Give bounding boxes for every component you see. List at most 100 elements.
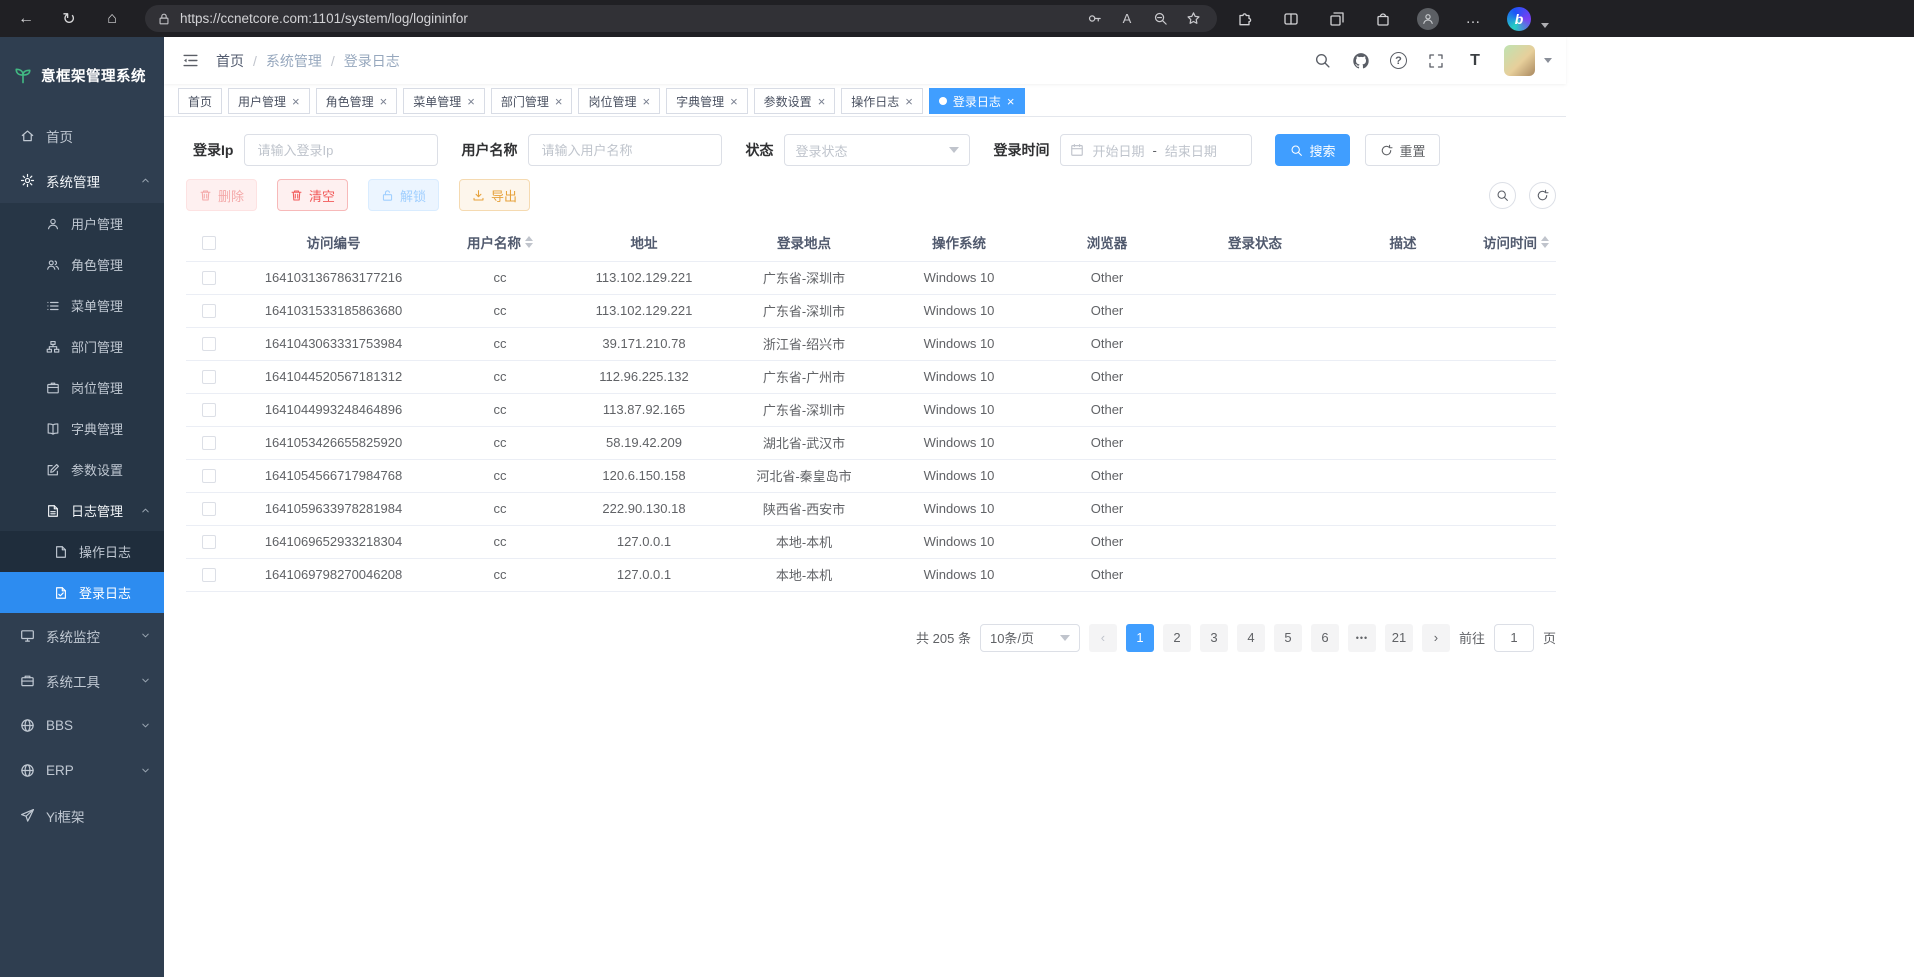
tab-user-mgmt[interactable]: 用户管理× bbox=[228, 88, 310, 114]
sidebar-item-sys-tools[interactable]: 系统工具 bbox=[0, 658, 164, 703]
page-button[interactable]: 1 bbox=[1126, 624, 1154, 652]
app-logo[interactable]: 意框架管理系统 bbox=[0, 37, 164, 113]
row-checkbox[interactable] bbox=[202, 403, 216, 417]
login-ip-input[interactable] bbox=[244, 134, 438, 166]
table-row[interactable]: 1641069798270046208cc127.0.0.1本地-本机Windo… bbox=[186, 558, 1556, 591]
row-checkbox[interactable] bbox=[202, 568, 216, 582]
status-select[interactable]: 登录状态 bbox=[784, 134, 970, 166]
page-button[interactable]: 3 bbox=[1200, 624, 1228, 652]
sidebar-item-log-mgmt[interactable]: 日志管理 bbox=[0, 490, 164, 531]
tab-home[interactable]: 首页 bbox=[178, 88, 222, 114]
delete-button[interactable]: 删除 bbox=[186, 179, 257, 211]
sidebar-item-param-settings[interactable]: 参数设置 bbox=[0, 449, 164, 490]
extensions-icon[interactable] bbox=[1233, 7, 1257, 31]
close-icon[interactable]: × bbox=[905, 95, 913, 108]
github-icon[interactable] bbox=[1351, 51, 1371, 71]
sidebar-item-operation-log[interactable]: 操作日志 bbox=[0, 531, 164, 572]
favorites-star-icon[interactable] bbox=[1181, 7, 1205, 31]
row-checkbox[interactable] bbox=[202, 337, 216, 351]
sidebar-item-bbs[interactable]: BBS bbox=[0, 703, 164, 748]
row-checkbox[interactable] bbox=[202, 271, 216, 285]
header-search-icon[interactable] bbox=[1312, 51, 1332, 71]
password-key-icon[interactable] bbox=[1082, 7, 1106, 31]
bing-caret-icon[interactable] bbox=[1541, 23, 1549, 28]
browser-back-button[interactable]: ← bbox=[10, 4, 42, 34]
read-aloud-icon[interactable]: A bbox=[1115, 7, 1139, 31]
tab-role-mgmt[interactable]: 角色管理× bbox=[316, 88, 398, 114]
tab-operation-log[interactable]: 操作日志× bbox=[841, 88, 923, 114]
row-checkbox[interactable] bbox=[202, 469, 216, 483]
breadcrumb-home[interactable]: 首页 bbox=[216, 51, 244, 71]
row-checkbox[interactable] bbox=[202, 535, 216, 549]
next-page-button[interactable]: › bbox=[1422, 624, 1450, 652]
page-button[interactable]: 21 bbox=[1385, 624, 1413, 652]
table-row[interactable]: 1641069652933218304cc127.0.0.1本地-本机Windo… bbox=[186, 525, 1556, 558]
font-size-icon[interactable]: T bbox=[1465, 51, 1485, 71]
avatar-caret-icon[interactable] bbox=[1544, 58, 1552, 63]
tab-login-log[interactable]: 登录日志× bbox=[929, 88, 1025, 114]
unlock-button[interactable]: 解锁 bbox=[368, 179, 439, 211]
table-row[interactable]: 1641031367863177216cc113.102.129.221广东省-… bbox=[186, 261, 1556, 294]
page-button[interactable]: 4 bbox=[1237, 624, 1265, 652]
breadcrumb-system-mgmt[interactable]: 系统管理 bbox=[266, 51, 322, 71]
table-row[interactable]: 1641031533185863680cc113.102.129.221广东省-… bbox=[186, 294, 1556, 327]
goto-page-input[interactable] bbox=[1494, 624, 1534, 652]
page-size-select[interactable]: 10条/页 bbox=[980, 624, 1080, 652]
search-button[interactable]: 搜索 bbox=[1275, 134, 1350, 166]
bing-icon[interactable]: b bbox=[1507, 7, 1531, 31]
toggle-search-button[interactable] bbox=[1489, 182, 1516, 209]
close-icon[interactable]: × bbox=[730, 95, 738, 108]
shopping-icon[interactable] bbox=[1371, 7, 1395, 31]
table-row[interactable]: 1641059633978281984cc222.90.130.18陕西省-西安… bbox=[186, 492, 1556, 525]
sidebar-item-system-mgmt[interactable]: 系统管理 bbox=[0, 158, 164, 203]
browser-home-button[interactable]: ⌂ bbox=[96, 4, 128, 34]
tab-menu-mgmt[interactable]: 菜单管理× bbox=[403, 88, 485, 114]
close-icon[interactable]: × bbox=[642, 95, 650, 108]
split-screen-icon[interactable] bbox=[1279, 7, 1303, 31]
more-pages-button[interactable]: ••• bbox=[1348, 624, 1376, 652]
row-checkbox[interactable] bbox=[202, 502, 216, 516]
sidebar-item-erp[interactable]: ERP bbox=[0, 748, 164, 793]
sidebar-item-dict-mgmt[interactable]: 字典管理 bbox=[0, 408, 164, 449]
table-row[interactable]: 1641044993248464896cc113.87.92.165广东省-深圳… bbox=[186, 393, 1556, 426]
col-user-name[interactable]: 用户名称 bbox=[436, 224, 564, 261]
table-row[interactable]: 1641053426655825920cc58.19.42.209湖北省-武汉市… bbox=[186, 426, 1556, 459]
sidebar-item-yi-framework[interactable]: Yi框架 bbox=[0, 793, 164, 838]
browser-reload-button[interactable]: ↻ bbox=[53, 4, 85, 34]
page-button[interactable]: 2 bbox=[1163, 624, 1191, 652]
tab-dept-mgmt[interactable]: 部门管理× bbox=[491, 88, 573, 114]
sidebar-toggle[interactable] bbox=[176, 47, 204, 75]
page-button[interactable]: 5 bbox=[1274, 624, 1302, 652]
sort-icon[interactable] bbox=[525, 236, 533, 248]
sort-icon[interactable] bbox=[1541, 236, 1549, 248]
export-button[interactable]: 导出 bbox=[459, 179, 530, 211]
collections-icon[interactable] bbox=[1325, 7, 1349, 31]
select-all-checkbox[interactable] bbox=[202, 236, 216, 250]
browser-profile-avatar[interactable] bbox=[1417, 8, 1439, 30]
clear-button[interactable]: 清空 bbox=[277, 179, 348, 211]
sidebar-item-home[interactable]: 首页 bbox=[0, 113, 164, 158]
sidebar-item-dept-mgmt[interactable]: 部门管理 bbox=[0, 326, 164, 367]
table-row[interactable]: 1641043063331753984cc39.171.210.78浙江省-绍兴… bbox=[186, 327, 1556, 360]
close-icon[interactable]: × bbox=[555, 95, 563, 108]
row-checkbox[interactable] bbox=[202, 370, 216, 384]
help-icon[interactable]: ? bbox=[1390, 52, 1407, 69]
page-button[interactable]: 6 bbox=[1311, 624, 1339, 652]
row-checkbox[interactable] bbox=[202, 436, 216, 450]
address-bar[interactable]: https://ccnetcore.com:1101/system/log/lo… bbox=[145, 5, 1217, 32]
sidebar-item-menu-mgmt[interactable]: 菜单管理 bbox=[0, 285, 164, 326]
close-icon[interactable]: × bbox=[1007, 95, 1015, 108]
sidebar-item-login-log[interactable]: 登录日志 bbox=[0, 572, 164, 613]
reset-button[interactable]: 重置 bbox=[1365, 134, 1440, 166]
zoom-out-icon[interactable] bbox=[1148, 7, 1172, 31]
close-icon[interactable]: × bbox=[292, 95, 300, 108]
sidebar-item-user-mgmt[interactable]: 用户管理 bbox=[0, 203, 164, 244]
user-name-input[interactable] bbox=[528, 134, 722, 166]
col-visit-time[interactable]: 访问时间 bbox=[1476, 224, 1556, 261]
table-row[interactable]: 1641044520567181312cc112.96.225.132广东省-广… bbox=[186, 360, 1556, 393]
sidebar-item-post-mgmt[interactable]: 岗位管理 bbox=[0, 367, 164, 408]
close-icon[interactable]: × bbox=[467, 95, 475, 108]
browser-menu-icon[interactable]: … bbox=[1461, 7, 1485, 31]
tab-dict-mgmt[interactable]: 字典管理× bbox=[666, 88, 748, 114]
tab-post-mgmt[interactable]: 岗位管理× bbox=[578, 88, 660, 114]
